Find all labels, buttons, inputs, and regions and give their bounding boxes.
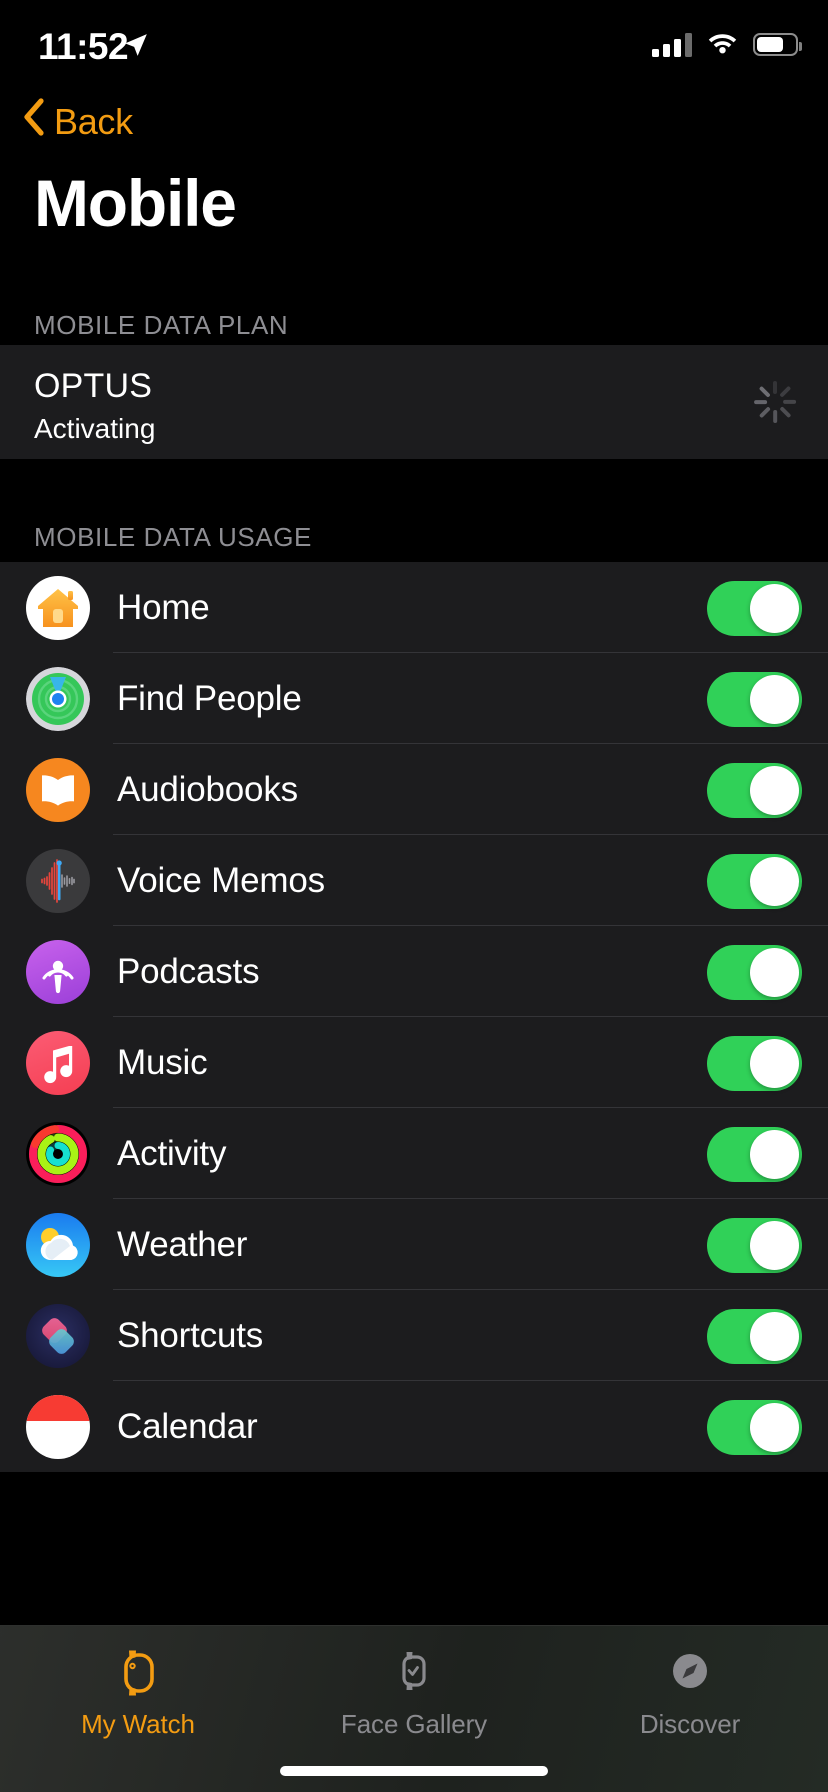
- app-row-label: Podcasts: [117, 951, 260, 991]
- app-row-label: Shortcuts: [117, 1315, 264, 1355]
- tab-my-watch[interactable]: My Watch: [0, 1626, 276, 1792]
- audiobooks-app-icon: [26, 757, 90, 822]
- app-data-toggle[interactable]: [707, 1126, 802, 1182]
- tab-my-watch-label: My Watch: [81, 1709, 195, 1739]
- watch-icon: [110, 1643, 166, 1703]
- voice-memos-app-icon: [26, 848, 90, 913]
- music-app-icon: [26, 1030, 90, 1095]
- back-button-label: Back: [54, 100, 133, 142]
- mobile-data-plan-group: OPTUS Activating: [0, 345, 828, 459]
- weather-app-icon: [26, 1212, 90, 1277]
- activity-app-icon: [26, 1121, 90, 1186]
- section-header-mobile-data-usage: MOBILE DATA USAGE: [34, 522, 312, 552]
- tab-face-gallery-label: Face Gallery: [340, 1709, 488, 1739]
- app-row[interactable]: Shortcuts: [0, 1290, 828, 1381]
- app-data-toggle[interactable]: [707, 853, 802, 909]
- carrier-name: OPTUS: [34, 367, 153, 405]
- app-row[interactable]: Activity: [0, 1108, 828, 1199]
- home-indicator: [280, 1766, 548, 1776]
- app-row[interactable]: Weather: [0, 1199, 828, 1290]
- app-row-label: Audiobooks: [117, 769, 298, 809]
- app-row-label: Voice Memos: [117, 860, 325, 900]
- cellular-signal-icon: [652, 32, 692, 57]
- calendar-app-icon: [26, 1394, 90, 1459]
- page-title: Mobile: [34, 166, 237, 240]
- app-row[interactable]: Home: [0, 562, 828, 653]
- app-row[interactable]: Audiobooks: [0, 744, 828, 835]
- find-people-app-icon: [26, 666, 90, 731]
- app-row-label: Music: [117, 1042, 208, 1082]
- app-data-toggle[interactable]: [707, 762, 802, 818]
- app-row-label: Home: [117, 587, 210, 627]
- status-bar: 11:52: [0, 0, 828, 96]
- section-header-mobile-data-plan: MOBILE DATA PLAN: [34, 310, 289, 340]
- tab-bar: My Watch Face Gallery Discover: [0, 1625, 828, 1792]
- app-row[interactable]: Calendar: [0, 1381, 828, 1472]
- tab-discover-label: Discover: [639, 1709, 741, 1739]
- app-row-label: Find People: [117, 678, 302, 718]
- status-bar-indicators: [652, 30, 802, 59]
- chevron-left-icon: [22, 98, 44, 145]
- location-arrow-icon: [123, 32, 149, 63]
- shortcuts-app-icon: [26, 1303, 90, 1368]
- app-row-label: Activity: [117, 1133, 227, 1173]
- home-app-icon: [26, 575, 90, 640]
- activity-spinner-icon: [752, 379, 798, 425]
- wifi-icon: [706, 30, 739, 59]
- app-data-toggle[interactable]: [707, 1399, 802, 1455]
- podcasts-app-icon: [26, 939, 90, 1004]
- app-data-toggle[interactable]: [707, 944, 802, 1000]
- app-data-toggle[interactable]: [707, 1308, 802, 1364]
- app-row[interactable]: Voice Memos: [0, 835, 828, 926]
- app-data-toggle[interactable]: [707, 1035, 802, 1091]
- carrier-plan-row[interactable]: OPTUS Activating: [0, 345, 828, 459]
- carrier-status: Activating: [34, 413, 156, 444]
- app-row[interactable]: Find People: [0, 653, 828, 744]
- app-data-toggle[interactable]: [707, 580, 802, 636]
- watch-app-mobile-settings-screen: 11:52 Back Mobile MOBILE DATA PLAN OPTUS…: [0, 0, 828, 1792]
- app-data-toggle[interactable]: [707, 671, 802, 727]
- app-row[interactable]: Podcasts: [0, 926, 828, 1017]
- tab-discover[interactable]: Discover: [552, 1626, 828, 1792]
- status-bar-time: 11:52: [38, 26, 129, 67]
- watch-face-icon: [386, 1643, 442, 1703]
- mobile-data-usage-group: Home Find People Audiobooks Voice Memos Podc…: [0, 562, 828, 1472]
- compass-icon: [662, 1643, 718, 1703]
- back-button[interactable]: Back: [22, 98, 133, 145]
- battery-icon: [753, 33, 802, 56]
- app-row-label: Weather: [117, 1224, 248, 1264]
- app-row[interactable]: Music: [0, 1017, 828, 1108]
- app-row-label: Calendar: [117, 1406, 258, 1446]
- app-data-toggle[interactable]: [707, 1217, 802, 1273]
